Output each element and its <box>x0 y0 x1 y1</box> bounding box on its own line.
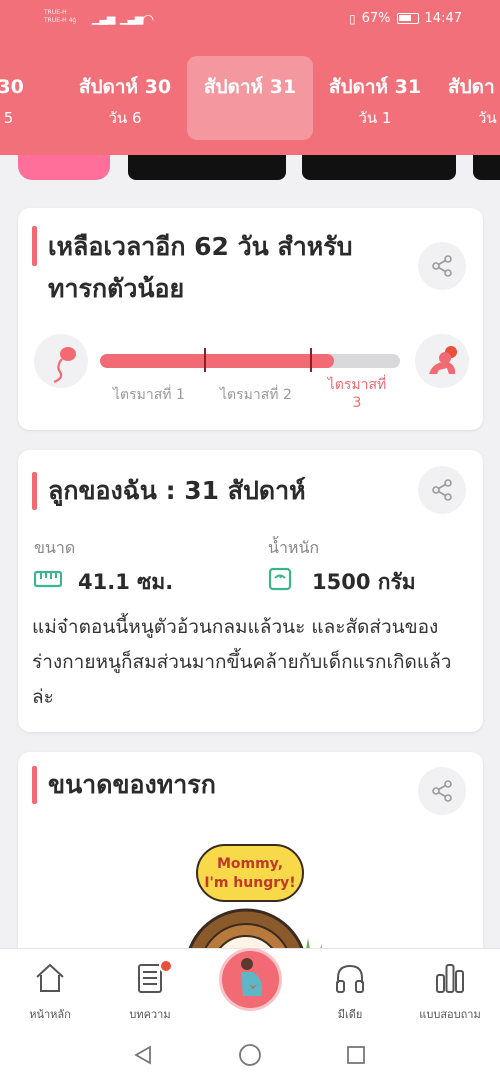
baby-info-title: ลูกของฉัน : 31 สัปดาห์ <box>48 476 306 505</box>
share-button[interactable] <box>418 242 466 290</box>
tab-title: สัปดาห์ 31 <box>328 76 422 98</box>
bubble-line1: Mommy, <box>216 856 284 872</box>
share-icon <box>432 479 452 501</box>
pregnancy-center-button[interactable] <box>219 948 282 1011</box>
back-icon[interactable] <box>132 1044 154 1066</box>
status-bar: TRUE-H TRUE-H 4ǵ ▁▃▅ ▁▃▅ ◠ ▯ 67% 14:47 <box>0 0 500 38</box>
nav-home-label: หน้าหลัก <box>29 1008 71 1021</box>
system-navigation-bar <box>0 1026 500 1083</box>
title-accent <box>32 226 37 266</box>
battery-percent: 67% <box>361 11 391 26</box>
countdown-title: เหลือเวลาอีก 62 วัน สำหรับ ทารกตัวน้อย <box>48 226 353 310</box>
nav-home[interactable]: หน้าหลัก <box>10 961 90 1023</box>
bubble-line2: I'm hungry! <box>204 875 296 891</box>
nav-survey[interactable]: แบบสอบถาม <box>410 961 490 1023</box>
nav-survey-label: แบบสอบถาม <box>419 1008 481 1021</box>
app-header: TRUE-H TRUE-H 4ǵ ▁▃▅ ▁▃▅ ◠ ▯ 67% 14:47 ห… <box>0 0 500 155</box>
tab-sub: วัน <box>478 109 497 127</box>
tab-title: สัปดา <box>448 76 495 98</box>
weight-label: น้ำหนัก <box>268 538 320 557</box>
tab-title: สัปดาห์ 31 <box>203 76 297 98</box>
trimester-marker-2 <box>310 348 312 372</box>
home-icon <box>36 963 64 992</box>
home-circle-icon[interactable] <box>238 1043 262 1067</box>
tab-sub: ัน 5 <box>0 109 14 127</box>
sperm-icon <box>34 334 88 388</box>
countdown-title-line2: ทารกตัวน้อย <box>48 274 185 303</box>
pregnant-mother-icon <box>240 957 262 996</box>
baby-description: แม่จ๋าตอนนี้หนูตัวอ้วนกลมแล้วนะ และสัดส่… <box>32 616 452 708</box>
notification-badge <box>159 959 173 973</box>
battery-icon <box>396 13 419 24</box>
tab-week-30-day-5[interactable]: ห์ 30 ัน 5 <box>0 56 64 140</box>
vibrate-icon: ▯ <box>349 11 356 26</box>
trimester-marker-1 <box>204 348 206 372</box>
signal-icon-2: ▁▃▅ <box>120 12 143 25</box>
recents-icon[interactable] <box>346 1045 366 1065</box>
weight-value: 1500 กรัม <box>312 570 416 594</box>
nav-media[interactable]: มีเดีย <box>310 961 390 1023</box>
size-label: ขนาด <box>34 538 76 557</box>
countdown-card: เหลือเวลาอีก 62 วัน สำหรับ ทารกตัวน้อย ไ… <box>18 208 483 430</box>
signal-icon: ▁▃▅ <box>92 12 115 25</box>
tab-week-30-day-6[interactable]: สัปดาห์ 30 วัน 6 <box>62 56 188 140</box>
tab-title: ห์ 30 <box>0 76 24 98</box>
baby-crawling-icon <box>415 334 469 388</box>
scale-icon <box>268 567 292 591</box>
carrier-1: TRUE-H <box>44 9 67 16</box>
carrier-info: TRUE-H TRUE-H 4ǵ <box>44 9 76 25</box>
tab-week-31-day-1[interactable]: สัปดาห์ 31 วัน 1 <box>312 56 438 140</box>
clock: 14:47 <box>424 11 462 26</box>
trimester-2-label: ไตรมาสที่ 2 <box>220 387 292 403</box>
tab-week-next[interactable]: สัปดา วัน <box>440 56 500 140</box>
title-accent <box>32 472 37 510</box>
tab-title: สัปดาห์ 30 <box>78 76 172 98</box>
trimester-3-line1: ไตรมาสที่ <box>327 377 387 393</box>
tab-sub: วัน 1 <box>358 109 392 127</box>
trimester-3-line2: 3 <box>352 395 362 411</box>
share-icon <box>432 255 452 277</box>
pregnancy-progress-bar <box>100 354 400 368</box>
baby-info-card: ลูกของฉัน : 31 สัปดาห์ ขนาด 41.1 ซม. น้ำ… <box>18 450 483 732</box>
baby-size-card: ขนาดของทารก Mommy, I'm hungry! <box>18 752 483 972</box>
tab-sub: วัน 6 <box>108 109 142 127</box>
bar-chart-icon <box>436 964 464 993</box>
size-value: 41.1 ซม. <box>78 570 174 594</box>
share-button[interactable] <box>418 466 466 514</box>
tab-week-31-active[interactable]: สัปดาห์ 31 <box>187 56 313 140</box>
nav-media-label: มีเดีย <box>337 1008 363 1021</box>
week-tabs: ห์ 30 ัน 5 สัปดาห์ 30 วัน 6 สัปดาห์ 31 ส… <box>0 56 500 140</box>
wifi-icon: ◠ <box>142 12 154 28</box>
ruler-icon <box>34 570 62 588</box>
trimester-1-label: ไตรมาสที่ 1 <box>113 387 185 403</box>
carrier-2: TRUE-H 4ǵ <box>44 17 77 24</box>
progress-fill <box>100 354 334 368</box>
share-icon <box>432 780 452 802</box>
nav-articles[interactable]: บทความ <box>110 959 190 1023</box>
trimester-3-label: ไตรมาสที่ 3 <box>322 376 392 412</box>
bottom-navigation: หน้าหลัก บทความ มีเดีย แบบสอบถาม <box>0 948 500 1026</box>
baby-size-title: ขนาดของทารก <box>48 770 216 799</box>
share-button[interactable] <box>418 767 466 815</box>
headphones-icon <box>336 964 364 993</box>
countdown-title-line1: เหลือเวลาอีก 62 วัน สำหรับ <box>48 232 353 261</box>
title-accent <box>32 766 37 804</box>
nav-articles-label: บทความ <box>129 1008 171 1021</box>
